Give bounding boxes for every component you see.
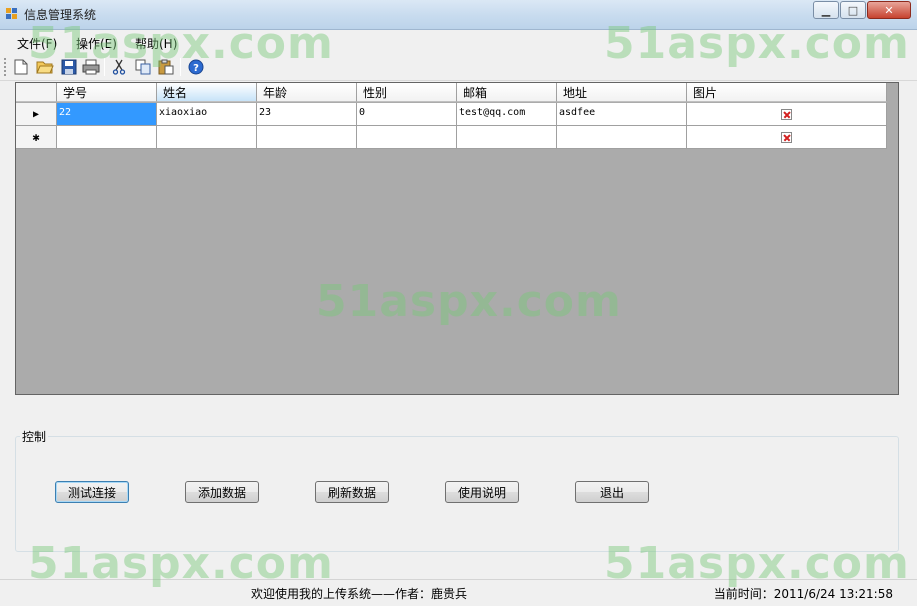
grid-header-row: 学号 姓名 年龄 性别 邮箱 地址 图片 — [16, 83, 887, 102]
cell-address[interactable]: asdfee — [557, 103, 687, 126]
refresh-data-button[interactable]: 刷新数据 — [315, 481, 389, 503]
column-header-gender[interactable]: 性别 — [357, 83, 457, 102]
close-button[interactable]: ✕ — [867, 1, 911, 19]
status-welcome-text: 欢迎使用我的上传系统——作者：鹿贵兵 — [251, 587, 468, 601]
grid-corner-header[interactable] — [16, 83, 57, 102]
cell-age[interactable] — [257, 126, 357, 149]
data-grid[interactable]: 学号 姓名 年龄 性别 邮箱 地址 图片 ▶ 22 xiaoxiao 23 0 … — [15, 82, 899, 395]
exit-button[interactable]: 退出 — [575, 481, 649, 503]
control-group-title: 控制 — [20, 428, 49, 445]
cell-gender[interactable] — [357, 126, 457, 149]
column-header-age[interactable]: 年龄 — [257, 83, 357, 102]
app-icon — [6, 8, 18, 20]
open-icon[interactable] — [36, 58, 54, 76]
maximize-button[interactable]: □ — [840, 1, 866, 19]
broken-image-icon — [781, 108, 792, 120]
title-bar: 信息管理系统 ▁ □ ✕ — [0, 0, 917, 30]
column-header-name[interactable]: 姓名 — [157, 83, 257, 102]
menu-edit[interactable]: 操作(E) — [76, 35, 117, 52]
toolbar-separator — [104, 58, 105, 76]
new-icon[interactable] — [12, 58, 30, 76]
add-data-button[interactable]: 添加数据 — [185, 481, 259, 503]
cell-picture[interactable] — [687, 103, 887, 126]
column-header-id[interactable]: 学号 — [57, 83, 157, 102]
status-bar: 欢迎使用我的上传系统——作者：鹿贵兵 当前时间：2011/6/24 13:21:… — [0, 579, 917, 606]
column-header-picture[interactable]: 图片 — [687, 83, 887, 102]
toolbar-grip[interactable] — [4, 58, 6, 76]
cell-picture[interactable] — [687, 126, 887, 149]
toolbar-separator — [180, 58, 181, 76]
copy-icon[interactable] — [134, 58, 152, 76]
cell-name[interactable] — [157, 126, 257, 149]
cell-age[interactable]: 23 — [257, 103, 357, 126]
table-row[interactable]: ▶ 22 xiaoxiao 23 0 test@qq.com asdfee — [16, 103, 887, 126]
menu-help[interactable]: 帮助(H) — [135, 35, 177, 52]
broken-image-icon — [781, 131, 792, 143]
cell-email[interactable] — [457, 126, 557, 149]
cut-icon[interactable] — [110, 58, 128, 76]
paste-icon[interactable] — [157, 58, 175, 76]
status-time-text: 当前时间：2011/6/24 13:21:58 — [713, 587, 893, 601]
toolbar: ? — [0, 54, 917, 81]
window-title: 信息管理系统 — [24, 8, 97, 22]
help-icon[interactable]: ? — [187, 58, 205, 76]
svg-text:?: ? — [193, 63, 199, 74]
test-connection-button[interactable]: 测试连接 — [55, 481, 129, 503]
cell-address[interactable] — [557, 126, 687, 149]
current-row-indicator[interactable]: ▶ — [16, 103, 57, 126]
cell-name[interactable]: xiaoxiao — [157, 103, 257, 126]
menu-bar: 文件(F) 操作(E) 帮助(H) — [0, 31, 917, 53]
cell-gender[interactable]: 0 — [357, 103, 457, 126]
minimize-button[interactable]: ▁ — [813, 1, 839, 19]
cell-id[interactable] — [57, 126, 157, 149]
cell-id[interactable]: 22 — [57, 103, 157, 126]
column-header-email[interactable]: 邮箱 — [457, 83, 557, 102]
column-header-address[interactable]: 地址 — [557, 83, 687, 102]
new-row-indicator[interactable]: ✱ — [16, 126, 57, 149]
print-icon[interactable] — [82, 58, 100, 76]
new-row[interactable]: ✱ — [16, 126, 887, 149]
save-icon[interactable] — [60, 58, 78, 76]
cell-email[interactable]: test@qq.com — [457, 103, 557, 126]
menu-file[interactable]: 文件(F) — [17, 35, 57, 52]
instructions-button[interactable]: 使用说明 — [445, 481, 519, 503]
